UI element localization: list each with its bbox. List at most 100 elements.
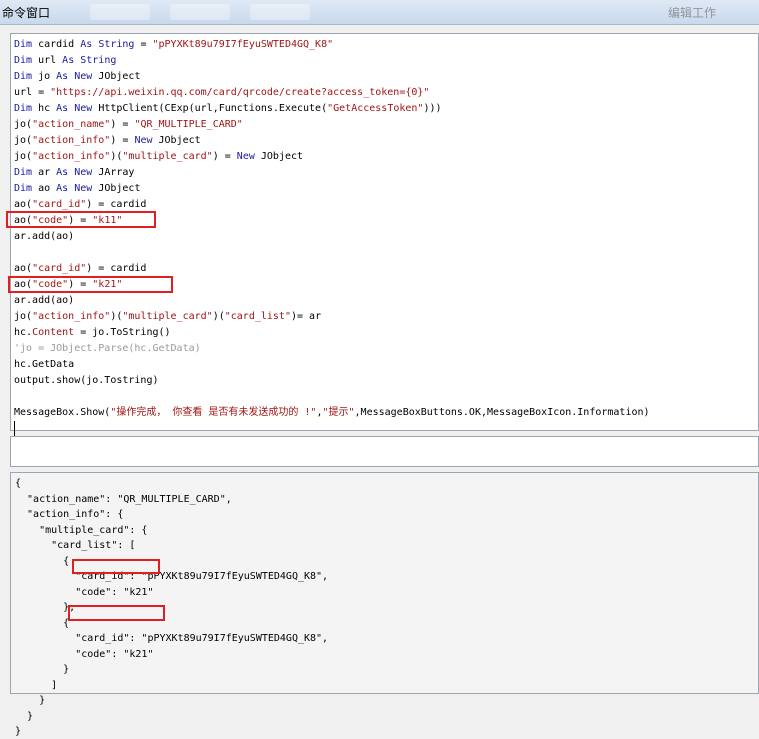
code-token: "action_name" — [32, 119, 111, 130]
code-token: 'jo = JObject.Parse(hc.GetData) — [14, 343, 201, 354]
code-token: jo( — [14, 135, 33, 146]
output-line: "card_id": "pPYXKt89u79I7fEyuSWTED4GQ_K8… — [15, 633, 329, 644]
output-line: }, — [15, 602, 76, 613]
output-line: "card_id": "pPYXKt89u79I7fEyuSWTED4GQ_K8… — [15, 571, 329, 582]
code-token: "action_info" — [32, 151, 111, 162]
highlight-box-output-code-1 — [72, 559, 160, 574]
code-token: "QR_MULTIPLE_CARD" — [134, 119, 243, 130]
code-line[interactable]: MessageBox.Show("操作完成， 你查看 是否有未发送成功的 !",… — [14, 405, 650, 421]
tab-placeholder[interactable] — [170, 4, 230, 20]
code-line[interactable]: Dim ar As New JArray — [14, 165, 134, 181]
code-token: ) = — [110, 135, 135, 146]
text-caret — [14, 421, 15, 436]
code-token: New — [74, 167, 93, 178]
command-input[interactable] — [10, 436, 759, 467]
code-token: ar — [32, 167, 57, 178]
code-token: ao( — [14, 263, 33, 274]
code-token: )( — [110, 311, 123, 322]
code-token: As — [56, 103, 69, 114]
code-token: ) = cardid — [86, 199, 147, 210]
code-token: cardid — [32, 39, 81, 50]
code-token: "action_info" — [32, 135, 111, 146]
code-token: ,MessageBoxButtons.OK,MessageBoxIcon.Inf… — [354, 407, 650, 418]
output-line: { — [15, 556, 70, 567]
code-line[interactable]: ao("card_id") = cardid — [14, 261, 146, 277]
tab-placeholder[interactable] — [90, 4, 150, 20]
code-line[interactable]: jo("action_info")("multiple_card") = New… — [14, 149, 303, 165]
code-token: "提示" — [322, 407, 355, 418]
code-line[interactable]: jo("action_info")("multiple_card")("card… — [14, 309, 321, 325]
code-token: As — [56, 183, 69, 194]
output-line: "action_name": "QR_MULTIPLE_CARD", — [15, 494, 232, 505]
code-token: jo — [32, 71, 57, 82]
code-token: ao( — [14, 199, 33, 210]
output-line: "code": "k21" — [15, 587, 154, 598]
highlight-box-code-k21 — [8, 276, 173, 293]
code-token: "GetAccessToken" — [327, 103, 424, 114]
code-token: jo( — [14, 119, 33, 130]
code-token: MessageBox.Show( — [14, 407, 111, 418]
output-line: "card_list": [ — [15, 540, 136, 551]
code-token: ))) — [423, 103, 442, 114]
code-token: JObject — [254, 151, 304, 162]
code-token: hc. — [14, 327, 33, 338]
code-token: ar.add(ao) — [14, 295, 75, 306]
code-token: )( — [212, 311, 225, 322]
code-line[interactable]: output.show(jo.Tostring) — [14, 373, 159, 389]
code-token: Dim — [14, 71, 33, 82]
code-token: "card_id" — [32, 199, 87, 210]
code-token: )= ar — [290, 311, 322, 322]
highlight-box-output-code-2 — [68, 605, 165, 621]
code-token: url — [32, 55, 63, 66]
code-token: ) = — [212, 151, 237, 162]
code-line[interactable]: hc.Content = jo.ToString() — [14, 325, 171, 341]
code-token: Dim — [14, 39, 33, 50]
code-line[interactable]: ar.add(ao) — [14, 293, 74, 309]
code-line[interactable]: Dim url As String — [14, 53, 116, 69]
code-token: String — [98, 39, 135, 50]
code-line[interactable]: ar.add(ao) — [14, 229, 74, 245]
code-token: String — [80, 55, 117, 66]
code-line[interactable]: jo("action_name") = "QR_MULTIPLE_CARD" — [14, 117, 243, 133]
code-line[interactable]: Dim ao As New JObject — [14, 181, 140, 197]
code-line[interactable]: jo("action_info") = New JObject — [14, 133, 201, 149]
code-token: "操作完成， 你查看 是否有未发送成功的 !" — [110, 407, 317, 418]
highlight-box-code-k11 — [6, 211, 156, 228]
code-token: jo( — [14, 151, 33, 162]
code-token: HttpClient(CExp(url,Functions.Execute( — [92, 103, 328, 114]
code-token: JObject — [92, 183, 141, 194]
code-line[interactable]: Dim jo As New JObject — [14, 69, 140, 85]
output-line: "action_info": { — [15, 509, 124, 520]
code-token: "multiple_card" — [122, 311, 213, 322]
code-token: JArray — [92, 167, 135, 178]
code-line[interactable]: 'jo = JObject.Parse(hc.GetData) — [14, 341, 201, 357]
code-token: = — [134, 39, 153, 50]
output-panel[interactable]: { "action_name": "QR_MULTIPLE_CARD", "ac… — [10, 472, 759, 737]
code-line[interactable]: Dim cardid As String = "pPYXKt89u79I7fEy… — [14, 37, 333, 53]
tab-placeholder[interactable] — [250, 4, 310, 20]
code-token: New — [74, 71, 93, 82]
code-token: ar.add(ao) — [14, 231, 75, 242]
code-line[interactable]: url = "https://api.weixin.qq.com/card/qr… — [14, 85, 429, 101]
code-token: New — [74, 183, 93, 194]
title-bar: 命令窗口 编辑工作 — [0, 0, 759, 25]
code-token: jo( — [14, 311, 33, 322]
code-token: "multiple_card" — [122, 151, 213, 162]
window-title: 命令窗口 — [2, 6, 51, 20]
output-line: ] — [15, 680, 58, 691]
code-token: JObject — [92, 71, 141, 82]
code-token: Dim — [14, 55, 33, 66]
code-token: "card_list" — [224, 311, 291, 322]
output-line: } — [15, 664, 70, 675]
code-token: hc.GetData — [14, 359, 75, 370]
code-token: Content — [32, 327, 75, 338]
code-token: JObject — [152, 135, 201, 146]
code-editor[interactable]: Dim cardid As String = "pPYXKt89u79I7fEy… — [6, 33, 759, 436]
code-line[interactable]: hc.GetData — [14, 357, 74, 373]
code-token: Dim — [14, 167, 33, 178]
code-line[interactable]: Dim hc As New HttpClient(CExp(url,Functi… — [14, 101, 442, 117]
code-token: "https://api.weixin.qq.com/card/qrcode/c… — [50, 87, 430, 98]
output-line: } — [15, 711, 34, 722]
code-token: ao — [32, 183, 57, 194]
code-token: New — [134, 135, 153, 146]
